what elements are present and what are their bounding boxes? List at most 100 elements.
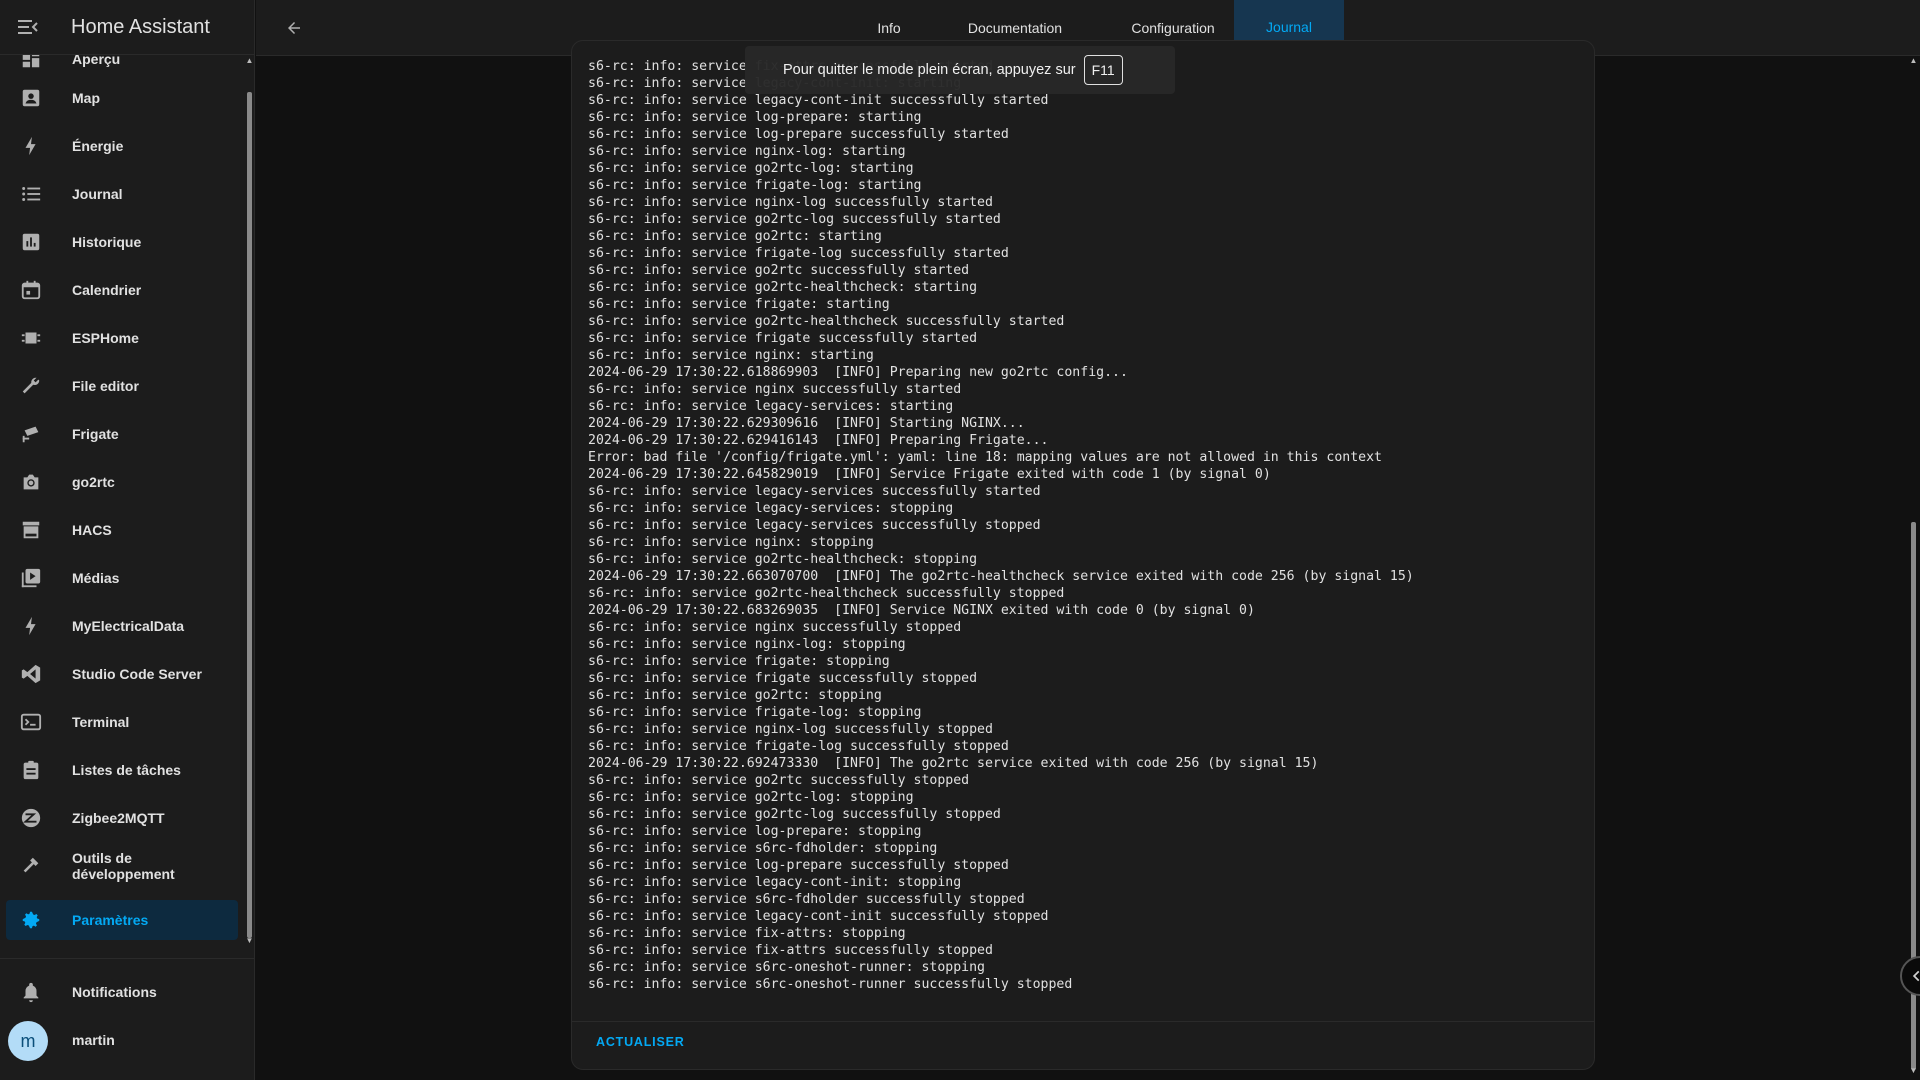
log-line: s6-rc: info: service frigate-log success… <box>588 739 1009 754</box>
camera-icon <box>23 474 39 490</box>
fullscreen-exit-toast: Pour quitter le mode plein écran, appuye… <box>745 46 1175 94</box>
sidebar-scroll-up-arrow[interactable]: ▲ <box>245 56 254 65</box>
user-name: martin <box>72 1032 115 1048</box>
lightning-bolt-icon <box>25 136 36 156</box>
sidebar-item-apercu[interactable]: Aperçu <box>6 55 238 79</box>
log-line: s6-rc: info: service nginx successfully … <box>588 620 962 635</box>
sidebar-item-go2rtc[interactable]: go2rtc <box>6 462 238 502</box>
sidebar-item-notifications[interactable]: Notifications <box>6 972 238 1012</box>
log-line: s6-rc: info: service log-prepare: stoppi… <box>588 824 922 839</box>
sidebar-item-terminal[interactable]: Terminal <box>6 702 238 742</box>
log-line: 2024-06-29 17:30:22.645829019 [INFO] Ser… <box>588 467 1271 482</box>
sidebar-divider <box>0 958 255 959</box>
menu-toggle-button[interactable] <box>0 0 55 55</box>
sidebar-item-label: Outils de développement <box>72 850 175 882</box>
console-icon <box>20 713 42 731</box>
sidebar-item-map[interactable]: Map <box>6 78 238 118</box>
sidebar-item-label: Listes de tâches <box>72 762 181 778</box>
sidebar-item-label: MyElectricalData <box>72 618 185 634</box>
hacs-store-icon <box>22 521 40 539</box>
wrench-icon <box>22 377 40 394</box>
log-line: s6-rc: info: service go2rtc-log: stoppin… <box>588 790 914 805</box>
log-line: s6-rc: info: service legacy-cont-init: s… <box>588 875 962 890</box>
log-line: s6-rc: info: service go2rtc-healthcheck:… <box>588 552 978 567</box>
log-line: s6-rc: info: service nginx-log: starting <box>588 144 906 159</box>
zigbee-icon <box>21 808 41 828</box>
log-line: s6-rc: info: service legacy-services: st… <box>588 501 954 516</box>
sidebar-nav: Aperçu Map Énergie Journal Historique Ca… <box>0 55 245 943</box>
menu-open-icon <box>17 20 38 34</box>
refresh-button[interactable]: ACTUALISER <box>596 1035 685 1049</box>
card-actions-divider <box>572 1021 1594 1022</box>
sidebar-item-historique[interactable]: Historique <box>6 222 238 262</box>
log-card: s6-rc: info: service fix-attrs successfu… <box>571 40 1595 1070</box>
log-line: s6-rc: info: service legacy-services suc… <box>588 484 1041 499</box>
log-line: s6-rc: info: service nginx-log successfu… <box>588 722 993 737</box>
sidebar-item-label: Énergie <box>72 138 124 154</box>
log-line: s6-rc: info: service go2rtc-healthcheck:… <box>588 280 978 295</box>
log-line: s6-rc: info: service go2rtc-log: startin… <box>588 161 914 176</box>
sidebar-item-file-editor[interactable]: File editor <box>6 366 238 406</box>
log-line: 2024-06-29 17:30:22.629416143 [INFO] Pre… <box>588 433 1049 448</box>
log-line: s6-rc: info: service frigate: stopping <box>588 654 890 669</box>
log-line: s6-rc: info: service legacy-cont-init su… <box>588 93 1049 108</box>
sidebar-item-label: HACS <box>72 522 112 538</box>
sidebar-item-label: Paramètres <box>72 912 149 928</box>
sidebar-item-label: Frigate <box>72 426 119 442</box>
flash-icon <box>25 616 36 636</box>
hammer-icon <box>23 857 39 873</box>
log-line: s6-rc: info: service nginx: stopping <box>588 535 874 550</box>
sidebar-scrollbar[interactable] <box>247 92 252 938</box>
main-scroll-down-arrow[interactable]: ▼ <box>1909 1066 1918 1075</box>
main-scroll-up-arrow[interactable]: ▲ <box>1909 56 1918 65</box>
fullscreen-key-badge: F11 <box>1083 55 1123 85</box>
sidebar-item-label: File editor <box>72 378 139 394</box>
chevron-left-icon <box>1912 970 1920 982</box>
log-line: s6-rc: info: service go2rtc: stopping <box>588 688 882 703</box>
log-line: s6-rc: info: service frigate-log success… <box>588 246 1009 261</box>
log-line: Error: bad file '/config/frigate.yml': y… <box>588 450 1382 465</box>
sidebar-item-label: Journal <box>72 186 123 202</box>
sidebar-item-studio-code-server[interactable]: Studio Code Server <box>6 654 238 694</box>
log-line: s6-rc: info: service nginx successfully … <box>588 382 962 397</box>
calendar-icon <box>21 280 41 300</box>
sidebar-item-label: Zigbee2MQTT <box>72 810 165 826</box>
log-line: s6-rc: info: service log-prepare success… <box>588 858 1009 873</box>
sidebar-item-label: Aperçu <box>72 55 121 67</box>
log-line: s6-rc: info: service s6rc-fdholder succe… <box>588 892 1025 907</box>
sidebar-item-label: Studio Code Server <box>72 666 202 682</box>
log-line: s6-rc: info: service s6rc-oneshot-runner… <box>588 977 1073 992</box>
sidebar-item-medias[interactable]: Médias <box>6 558 238 598</box>
view-dashboard-icon <box>22 55 40 68</box>
log-line: s6-rc: info: service frigate: starting <box>588 297 890 312</box>
log-line: s6-rc: info: service fix-attrs successfu… <box>588 943 993 958</box>
log-line: s6-rc: info: service nginx-log successfu… <box>588 195 993 210</box>
cctv-icon <box>22 426 39 443</box>
sidebar-item-label: Terminal <box>72 714 130 730</box>
user-avatar[interactable]: m <box>8 1021 48 1061</box>
log-line: s6-rc: info: service log-prepare success… <box>588 127 1009 142</box>
sidebar-scroll-down-arrow[interactable]: ▼ <box>245 936 254 945</box>
sidebar-item-label: ESPHome <box>72 330 139 346</box>
back-button[interactable] <box>280 14 308 42</box>
sidebar-item-listes-de-taches[interactable]: Listes de tâches <box>6 750 238 790</box>
sidebar-item-parametres[interactable]: Paramètres <box>6 900 238 940</box>
log-line: s6-rc: info: service nginx: starting <box>588 348 874 363</box>
log-line: 2024-06-29 17:30:22.692473330 [INFO] The… <box>588 756 1319 771</box>
sidebar-item-esphome[interactable]: ESPHome <box>6 318 238 358</box>
side-panel-handle[interactable] <box>1900 956 1920 996</box>
sidebar-item-journal[interactable]: Journal <box>6 174 238 214</box>
fullscreen-toast-text: Pour quitter le mode plein écran, appuye… <box>783 62 1076 78</box>
bell-icon <box>23 982 39 1003</box>
sidebar-item-zigbee2mqtt[interactable]: Zigbee2MQTT <box>6 798 238 838</box>
log-line: s6-rc: info: service legacy-services suc… <box>588 518 1041 533</box>
sidebar-item-hacs[interactable]: HACS <box>6 510 238 550</box>
log-line: s6-rc: info: service go2rtc-log successf… <box>588 807 1001 822</box>
sidebar-item-myelectricaldata[interactable]: MyElectricalData <box>6 606 238 646</box>
sidebar-item-user[interactable]: martin <box>56 1020 236 1060</box>
sidebar-item-calendrier[interactable]: Calendrier <box>6 270 238 310</box>
sidebar-item-energie[interactable]: Énergie <box>6 126 238 166</box>
sidebar-item-outils-de-developpement[interactable]: Outils de développement <box>6 846 238 886</box>
sidebar-item-frigate[interactable]: Frigate <box>6 414 238 454</box>
log-line: s6-rc: info: service frigate successfull… <box>588 671 978 686</box>
